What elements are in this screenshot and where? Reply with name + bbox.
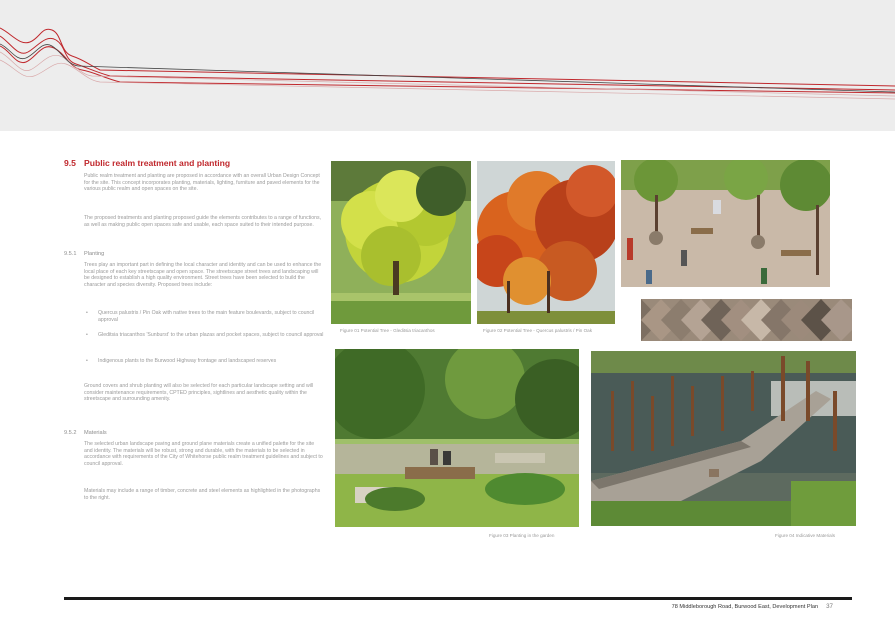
intro-paragraph-1: Public realm treatment and planting are … xyxy=(84,173,320,193)
materials-heading: 9.5.2 Materials xyxy=(64,430,107,436)
caption-fig4: Figure 04 Indicative Materials xyxy=(775,533,836,538)
photo-pin-oak-tree xyxy=(477,161,615,324)
intro-paragraph-2: The proposed treatments and planting pro… xyxy=(84,215,322,228)
photo-material-texture xyxy=(641,299,852,341)
planting-heading: 9.5.1 Planting xyxy=(64,251,104,257)
bullet-icon: • xyxy=(86,310,88,316)
caption-fig1: Figure 01 Potential Tree - Gleditsia tri… xyxy=(340,328,435,333)
materials-number: 9.5.2 xyxy=(64,430,77,436)
photo-boardwalk xyxy=(591,351,856,526)
planting-title: Planting xyxy=(84,251,105,257)
header-wave-graphic xyxy=(0,27,895,100)
planting-paragraph-2: Ground covers and shrub planting will al… xyxy=(84,383,314,403)
footer-rule xyxy=(64,597,852,600)
photo-gleditsia-tree xyxy=(331,161,471,324)
page-number: 37 xyxy=(826,603,833,610)
bullet-icon: • xyxy=(86,358,88,364)
section-title: Public realm treatment and planting xyxy=(84,158,231,168)
bullet-text: Indigenous plants to the Burwood Highway… xyxy=(98,358,277,364)
caption-fig3: Figure 03 Planting in the garden xyxy=(489,533,555,538)
footer-document-title: 78 Middleborough Road, Burwood East, Dev… xyxy=(671,604,819,610)
photo-garden-bench xyxy=(335,349,579,527)
caption-fig2: Figure 02 Potential Tree - Quercus palus… xyxy=(483,328,593,333)
bullet-text: Gleditsia triacanthos 'Sunburst' to the … xyxy=(98,332,324,338)
bullet-icon: • xyxy=(86,332,88,338)
planting-number: 9.5.1 xyxy=(64,251,77,257)
materials-paragraph-1: The selected urban landscape paving and … xyxy=(84,441,323,467)
materials-paragraph-2: Materials may include a range of timber,… xyxy=(84,488,321,501)
materials-title: Materials xyxy=(84,430,107,436)
planting-paragraph-1: Trees play an important part in defining… xyxy=(84,262,322,288)
section-heading: 9.5 Public realm treatment and planting xyxy=(64,158,324,168)
photo-plaza xyxy=(621,160,830,287)
section-number: 9.5 xyxy=(64,158,76,168)
bullet-text: Quercus palustris / Pin Oak with native … xyxy=(98,310,315,323)
footer: 78 Middleborough Road, Burwood East, Dev… xyxy=(672,603,833,610)
header-band xyxy=(0,0,895,131)
